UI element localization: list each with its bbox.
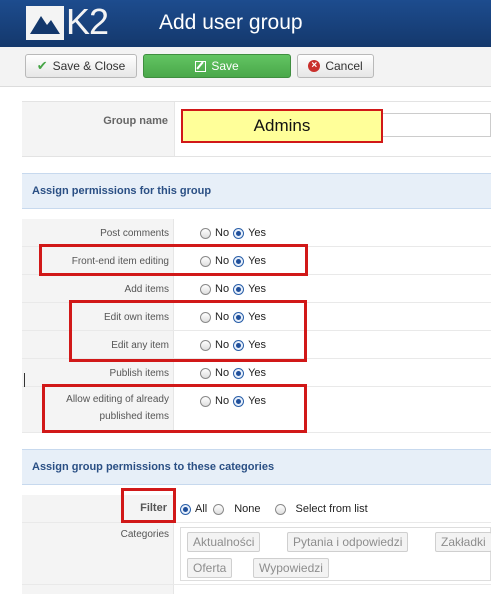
bottom-row [22,585,491,594]
radio-group: No Yes [200,283,270,295]
perm-row-post-comments: Post comments No Yes [22,219,491,247]
page-title: Add user group [159,11,303,34]
save-close-label: Save & Close [52,59,126,73]
text-cursor [24,373,25,387]
mountain-icon [26,6,64,40]
perm-label-cell: Post comments [22,219,174,246]
save-close-button[interactable]: ✔ Save & Close [25,54,137,78]
category-chip[interactable]: Aktualności [187,532,261,552]
cancel-button[interactable]: × Cancel [297,54,374,78]
highlight-filter [121,488,176,523]
radio-no-label: No [215,367,230,379]
filter-none-label: None [234,503,261,515]
bottom-label-cell [22,585,174,594]
edit-icon [195,60,207,72]
group-name-label-cell: Group name [22,102,175,156]
radio-yes-label: Yes [248,283,267,295]
filter-radio-all[interactable] [180,503,191,515]
categories-row: Categories Aktualności Pytania i odpowie… [22,523,491,585]
save-label: Save [211,59,239,73]
perm-label: Publish items [109,368,169,379]
filter-select-label: Select from list [295,503,368,515]
category-chip[interactable]: Pytania i odpowiedzi [287,532,409,552]
filter-radio-group: All None Select from list [180,503,372,515]
radio-yes[interactable] [233,227,245,239]
categories-multiselect[interactable]: Aktualności Pytania i odpowiedzi Zakładk… [180,527,491,581]
radio-yes[interactable] [233,283,245,295]
radio-yes[interactable] [233,367,245,379]
radio-no-label: No [215,283,230,295]
toolbar: ✔ Save & Close Save × Cancel [0,47,491,87]
category-chip[interactable]: Oferta [187,558,233,578]
perm-label-cell: Publish items [22,359,174,386]
group-name-input[interactable]: Admins [181,109,383,143]
categories-label: Categories [120,529,169,540]
radio-no[interactable] [200,367,211,379]
highlight-edit-items [69,300,307,362]
perm-row-add-items: Add items No Yes [22,275,491,303]
perm-label-cell: Add items [22,275,174,302]
highlight-allow-editing [42,384,307,433]
perm-label: Add items [124,284,169,295]
group-name-label: Group name [103,115,168,127]
filter-all-label: All [195,503,208,515]
highlight-front-end-editing [39,244,308,276]
radio-yes-label: Yes [248,367,267,379]
radio-group: No Yes [200,367,270,379]
radio-yes-label: Yes [248,227,267,239]
radio-no-label: No [215,227,230,239]
filter-row: Filter All None Select from list [22,495,491,523]
cancel-label: Cancel [325,59,363,73]
cancel-icon: × [308,60,321,72]
filter-radio-none[interactable] [213,503,225,515]
radio-no[interactable] [200,227,211,239]
group-name-input-tail[interactable] [383,113,491,137]
radio-no[interactable] [200,283,211,295]
perm-row-publish-items: Publish items No Yes [22,359,491,387]
categories-label-cell: Categories [22,523,174,584]
group-name-row: Group name Admins [22,101,491,157]
category-chip[interactable]: Wypowiedzi [253,558,329,578]
radio-group: No Yes [200,227,270,239]
logo-text: K2 [66,1,109,42]
save-button[interactable]: Save [143,54,291,78]
permissions-section-header: Assign permissions for this group [22,173,491,209]
perm-label: Post comments [100,228,169,239]
check-icon: ✔ [36,58,48,73]
filter-radio-select[interactable] [274,503,286,515]
k2-logo: K2 [26,2,116,42]
app-header: K2 Add user group [0,0,491,47]
categories-section-header: Assign group permissions to these catego… [22,449,491,485]
category-chip[interactable]: Zakładki [435,532,491,552]
